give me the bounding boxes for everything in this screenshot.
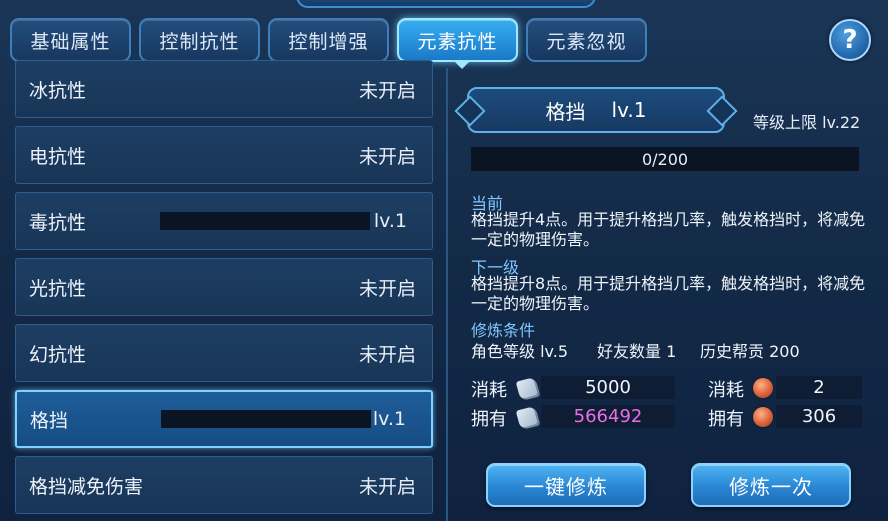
item-status: 未开启 (358, 79, 416, 102)
skill-level: lv.1 (611, 98, 647, 122)
list-item-block-damage-reduce[interactable]: 格挡减免伤害 未开启 (15, 456, 433, 514)
list-item-illusion-resist[interactable]: 幻抗性 未开启 (15, 324, 433, 382)
list-item-light-resist[interactable]: 光抗性 未开启 (15, 258, 433, 316)
tab-element-resist[interactable]: 元素抗性 (397, 18, 518, 62)
scroll-own-label: 拥有 (471, 409, 507, 430)
coin-cost-value: 2 (776, 376, 862, 399)
help-button[interactable]: ? (829, 19, 871, 61)
condition-contribution: 历史帮贡 200 (700, 342, 800, 361)
item-name: 毒抗性 (29, 211, 87, 234)
max-level-label: 等级上限 lv.22 (753, 113, 861, 132)
coin-icon (753, 378, 773, 398)
category-tabs: 基础属性 控制抗性 控制增强 元素抗性 元素忽视 (10, 18, 647, 64)
scroll-own-value: 566492 (541, 405, 675, 428)
list-item-electric-resist[interactable]: 电抗性 未开启 (15, 126, 433, 184)
coin-own-label: 拥有 (708, 409, 744, 430)
item-name: 格挡减免伤害 (29, 475, 144, 498)
title-banner-fragment (296, 0, 596, 8)
skill-name: 格挡 (545, 99, 586, 124)
tab-control-resist[interactable]: 控制抗性 (139, 18, 260, 62)
condition-role-level: 角色等级 lv.5 (471, 342, 569, 361)
next-level-description: 格挡提升8点。用于提升格挡几率，触发格挡时，将减免一定的物理伤害。 (471, 274, 866, 313)
scroll-icon (515, 405, 541, 431)
panel-divider (446, 68, 448, 521)
auto-train-button[interactable]: 一键修炼 (486, 463, 646, 507)
tab-element-ignore[interactable]: 元素忽视 (526, 18, 647, 62)
item-status: 未开启 (358, 343, 416, 366)
item-progress-bar (160, 212, 370, 230)
scroll-cost-label: 消耗 (471, 380, 507, 401)
training-progress-bar: 0/200 (471, 147, 859, 171)
coin-cost-label: 消耗 (708, 380, 744, 401)
item-name: 电抗性 (29, 145, 87, 168)
item-status: 未开启 (358, 277, 416, 300)
tab-basic-attributes[interactable]: 基础属性 (10, 18, 131, 62)
item-level: lv.1 (373, 210, 407, 232)
list-item-poison-resist[interactable]: 毒抗性 lv.1 (15, 192, 433, 250)
item-progress-bar (161, 410, 371, 428)
condition-friends: 好友数量 1 (597, 342, 677, 361)
coin-own-value: 306 (776, 405, 862, 428)
coin-icon (753, 407, 773, 427)
tab-control-enhance[interactable]: 控制增强 (268, 18, 389, 62)
list-item-ice-resist[interactable]: 冰抗性 未开启 (15, 60, 433, 118)
progress-text: 0/200 (641, 149, 689, 169)
item-status: 未开启 (358, 145, 416, 168)
train-once-button[interactable]: 修炼一次 (691, 463, 851, 507)
item-name: 幻抗性 (29, 343, 87, 366)
current-description: 格挡提升4点。用于提升格挡几率，触发格挡时，将减免一定的物理伤害。 (471, 210, 866, 249)
item-name: 光抗性 (29, 277, 87, 300)
item-status: 未开启 (358, 475, 416, 498)
active-tab-pointer (453, 60, 471, 69)
list-item-block[interactable]: 格挡 lv.1 (15, 390, 433, 448)
item-level: lv.1 (372, 408, 406, 430)
scroll-cost-value: 5000 (541, 376, 675, 399)
scroll-icon (515, 376, 541, 402)
resist-list: 冰抗性 未开启 电抗性 未开启 毒抗性 lv.1 光抗性 未开启 幻抗性 未开启… (0, 60, 447, 521)
item-name: 冰抗性 (29, 79, 87, 102)
item-name: 格挡 (30, 409, 69, 432)
skill-title-banner: 格挡 lv.1 (467, 87, 725, 133)
